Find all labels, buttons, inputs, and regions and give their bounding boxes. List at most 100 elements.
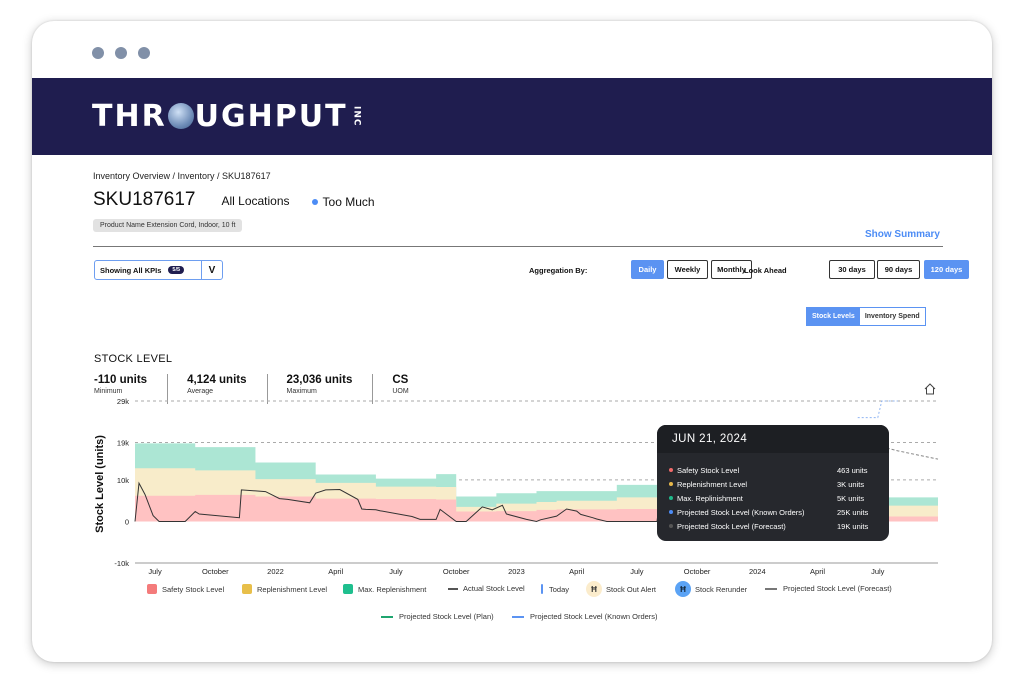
y-tick-label: 19k [117, 439, 129, 448]
tooltip-dot-icon [669, 496, 673, 500]
aggregation-weekly-button[interactable]: Weekly [667, 260, 708, 279]
tooltip-series-name: Projected Stock Level (Forecast) [677, 521, 786, 531]
stat-label: Minimum [94, 388, 123, 395]
kpi-selector[interactable]: Showing All KPIs 5/5 V [94, 260, 223, 280]
legend-dash [512, 615, 524, 618]
tooltip-series-value: 19K units [837, 521, 869, 531]
legend-label: Stock Rerunder [695, 584, 748, 594]
x-tick-label: 2023 [508, 567, 525, 576]
legend-known-orders[interactable]: Projected Stock Level (Known Orders) [512, 612, 658, 621]
tooltip-row: Safety Stock Level 463 units [657, 463, 889, 477]
status-text: Too Much [322, 195, 375, 209]
section-title: STOCK LEVEL [94, 353, 173, 365]
logo-text-prefix: THR [92, 98, 167, 134]
legend-label: Replenishment Level [257, 584, 328, 594]
x-tick-label: October [684, 567, 711, 576]
legend-label: Stock Out Alert [606, 584, 657, 594]
look-ahead-30-button[interactable]: 30 days [829, 260, 875, 279]
tab-stock-levels[interactable]: Stock Levels [807, 308, 860, 325]
x-tick-label: April [810, 567, 825, 576]
stock-rerunder-icon: Ħ [675, 581, 691, 597]
tooltip-series-name: Projected Stock Level (Known Orders) [677, 507, 805, 517]
x-tick-label: July [630, 567, 644, 576]
legend-label: Today [549, 584, 570, 594]
globe-icon [167, 103, 194, 129]
divider [93, 246, 943, 247]
legend-line [448, 587, 458, 590]
kpi-count-badge: 5/5 [168, 266, 185, 274]
tooltip-dot-icon [669, 468, 673, 472]
y-tick-label: 0 [125, 517, 129, 526]
y-tick-label: 29k [117, 397, 129, 406]
look-ahead-label: Look Ahead [744, 266, 787, 275]
stock-stats: -110 units Minimum 4,124 units Average 2… [94, 374, 448, 404]
legend-swatch [147, 584, 157, 594]
tooltip-series-name: Safety Stock Level [677, 465, 740, 475]
legend-forecast[interactable]: Projected Stock Level (Forecast) [765, 584, 892, 593]
stat-label: Maximum [286, 388, 317, 395]
x-tick-label: April [328, 567, 343, 576]
tooltip-series-value: 25K units [837, 507, 869, 517]
logo-text-suffix: UGHPUT [194, 98, 348, 134]
legend-label: Actual Stock Level [463, 584, 525, 593]
stat-minimum: -110 units Minimum [94, 374, 169, 404]
stock-out-alert-icon: Ħ [586, 581, 602, 597]
x-tick-label: July [389, 567, 403, 576]
x-tick-label: October [202, 567, 229, 576]
window-dot-icon[interactable] [138, 47, 150, 59]
legend-dash [765, 587, 777, 590]
chevron-down-icon[interactable]: V [201, 261, 222, 279]
show-summary-link[interactable]: Show Summary [865, 229, 940, 240]
legend-replenishment[interactable]: Replenishment Level [242, 584, 327, 594]
look-ahead-90-button[interactable]: 90 days [877, 260, 920, 279]
product-name-chip: Product Name Extension Cord, Indoor, 10 … [93, 219, 243, 232]
y-tick-label: -10k [114, 559, 129, 568]
tooltip-row: Projected Stock Level (Forecast) 19K unit… [657, 519, 889, 533]
tooltip-series-value: 3K units [837, 479, 865, 489]
throughput-logo[interactable]: THR UGHPUT INC [92, 98, 362, 134]
tooltip-series-value: 463 units [837, 465, 868, 475]
legend-max-replenishment[interactable]: Max. Replenishment [343, 584, 426, 594]
tooltip-dot-icon [669, 524, 673, 528]
legend-swatch [343, 584, 353, 594]
legend-safety-stock[interactable]: Safety Stock Level [147, 584, 224, 594]
tooltip-row: Max. Replinishment 5K units [657, 491, 889, 505]
look-ahead-120-button[interactable]: 120 days [924, 260, 969, 279]
logo-inc: INC [351, 105, 362, 127]
window-dot-icon[interactable] [92, 47, 104, 59]
status-badge: Too Much [311, 195, 375, 209]
window-dot-icon[interactable] [115, 47, 127, 59]
aggregation-label: Aggregation By: [529, 266, 588, 275]
legend-label: Projected Stock Level (Plan) [399, 612, 494, 621]
x-tick-label: 2024 [749, 567, 766, 576]
y-axis-label: Stock Level (units) [94, 435, 106, 533]
breadcrumb[interactable]: Inventory Overview / Inventory / SKU1876… [93, 171, 943, 181]
legend-label: Projected Stock Level (Forecast) [783, 584, 892, 593]
legend-label: Safety Stock Level [162, 584, 225, 594]
legend-plan[interactable]: Projected Stock Level (Plan) [381, 612, 494, 621]
tooltip-series-name: Replenishment Level [677, 479, 748, 489]
location-selector[interactable]: All Locations [221, 194, 289, 208]
stat-value: 4,124 units [187, 374, 247, 386]
legend-actual-stock[interactable]: Actual Stock Level [448, 584, 525, 593]
stat-value: 23,036 units [286, 374, 353, 386]
legend-today[interactable]: Today [541, 584, 569, 594]
aggregation-daily-button[interactable]: Daily [631, 260, 664, 279]
tooltip-dot-icon [669, 482, 673, 486]
chart-tooltip: JUN 21, 2024 Safety Stock Level 463 units… [657, 425, 889, 541]
app-window: THR UGHPUT INC Inventory Overview / Inve… [32, 21, 992, 662]
view-toggle: Stock Levels Inventory Spend [806, 307, 926, 326]
legend-label: Projected Stock Level (Known Orders) [530, 612, 658, 621]
legend-stock-rerunder[interactable]: Ħ Stock Rerunder [675, 581, 747, 597]
tooltip-row: Projected Stock Level (Known Orders) 25K … [657, 505, 889, 519]
legend-label: Max. Replenishment [358, 584, 427, 594]
main-content: Inventory Overview / Inventory / SKU1876… [93, 171, 969, 404]
window-controls [92, 47, 150, 59]
x-tick-label: April [569, 567, 584, 576]
stat-uom: CS UOM [392, 374, 428, 404]
x-tick-label: 2022 [267, 567, 284, 576]
legend-dash [381, 615, 393, 618]
tab-inventory-spend[interactable]: Inventory Spend [859, 308, 925, 325]
legend-stock-out-alert[interactable]: Ħ Stock Out Alert [586, 581, 656, 597]
tooltip-date: JUN 21, 2024 [657, 425, 889, 453]
